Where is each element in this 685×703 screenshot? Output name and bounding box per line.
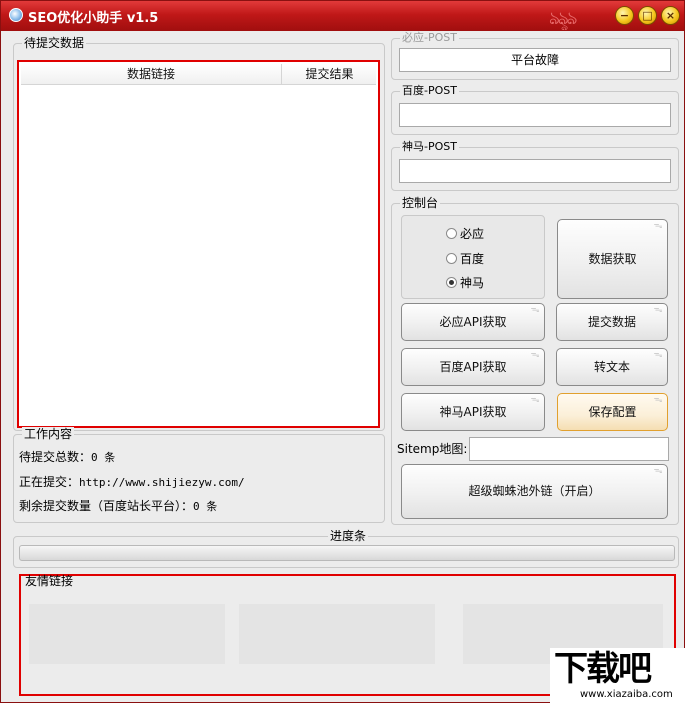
console-title: 控制台 — [400, 196, 441, 210]
radio-button-icon[interactable] — [446, 228, 457, 239]
shenma-post-field[interactable] — [399, 159, 671, 183]
submitting-line: 正在提交：http://www.shijiezyw.com/ — [19, 474, 245, 491]
radio-bing[interactable]: 必应 — [446, 226, 484, 242]
progress-bar — [19, 545, 675, 561]
shenma-api-label: 神马API获取 — [439, 405, 507, 419]
submitting-url: http://www.shijiezyw.com/ — [79, 476, 245, 489]
column-header-link[interactable]: 数据链接 — [21, 64, 282, 85]
baidu-api-button[interactable]: 百度API获取 ᯓ — [401, 348, 545, 386]
bing-post-field[interactable]: 平台故障 — [399, 48, 671, 72]
maximize-button[interactable]: □ — [638, 6, 657, 25]
spider-pool-label: 超级蜘蛛池外链（开启） — [468, 484, 601, 498]
window-title: SEO优化小助手 v1.5 — [28, 11, 159, 26]
corner-swirl-icon: ᯓ — [530, 395, 540, 405]
bing-api-button[interactable]: 必应API获取 ᯓ — [401, 303, 545, 341]
column-header-result[interactable]: 提交结果 — [283, 64, 376, 85]
spider-pool-button[interactable]: 超级蜘蛛池外链（开启） ᯓ — [401, 464, 668, 519]
radio-shenma[interactable]: 神马 — [446, 275, 484, 291]
radio-baidu-label: 百度 — [460, 252, 485, 266]
shenma-api-button[interactable]: 神马API获取 ᯓ — [401, 393, 545, 431]
radio-button-icon[interactable] — [446, 253, 457, 264]
engine-radio-panel: 必应 百度 神马 — [401, 215, 545, 299]
work-content-title: 工作内容 — [22, 427, 75, 441]
submit-data-label: 提交数据 — [587, 315, 636, 329]
close-button[interactable]: × — [661, 6, 680, 25]
friend-link-slot[interactable] — [239, 604, 435, 664]
corner-swirl-icon: ᯓ — [653, 221, 663, 231]
submitting-label: 正在提交： — [19, 475, 80, 489]
sitemap-label: Sitemp地图: — [397, 442, 468, 456]
app-icon — [9, 8, 23, 22]
watermark-logo-text: 下载吧 — [554, 649, 652, 689]
to-text-button[interactable]: 转文本 ᯓ — [556, 348, 668, 386]
save-config-button[interactable]: 保存配置 ᯓ — [557, 393, 668, 431]
baidu-api-label: 百度API获取 — [439, 360, 507, 374]
corner-swirl-icon: ᯓ — [653, 350, 663, 360]
corner-swirl-icon: ᯓ — [530, 350, 540, 360]
pending-total-line: 待提交总数：0 条 — [19, 449, 115, 466]
radio-bing-label: 必应 — [460, 227, 485, 241]
sitemap-input[interactable] — [469, 437, 669, 461]
remaining-line: 剩余提交数量（百度站长平台）：0 条 — [19, 498, 217, 515]
remaining-label: 剩余提交数量（百度站长平台）： — [19, 499, 194, 513]
fetch-data-button[interactable]: 数据获取 ᯓ — [557, 219, 668, 299]
pending-total-label: 待提交总数： — [19, 450, 92, 464]
corner-swirl-icon: ᯓ — [530, 305, 540, 315]
to-text-label: 转文本 — [593, 360, 630, 374]
app-window: SEO优化小助手 v1.5 ঌৡঌ − □ × 待提交数据 数据链接 提交结果 … — [0, 0, 685, 703]
radio-shenma-label: 神马 — [460, 276, 485, 290]
submit-data-button[interactable]: 提交数据 ᯓ — [556, 303, 668, 341]
baidu-post-field[interactable] — [399, 103, 671, 127]
pending-data-title: 待提交数据 — [22, 36, 87, 50]
list-header: 数据链接 提交结果 — [21, 64, 376, 85]
corner-swirl-icon: ᯓ — [653, 395, 663, 405]
fetch-data-label: 数据获取 — [588, 252, 637, 266]
radio-baidu[interactable]: 百度 — [446, 251, 484, 267]
title-bar[interactable]: SEO优化小助手 v1.5 ঌৡঌ − □ × — [1, 1, 684, 31]
corner-swirl-icon: ᯓ — [653, 466, 663, 476]
minimize-button[interactable]: − — [615, 6, 634, 25]
radio-button-checked-icon[interactable] — [446, 277, 457, 288]
shenma-post-title: 神马-POST — [400, 140, 459, 154]
progress-title: 进度条 — [328, 529, 369, 543]
corner-swirl-icon: ᯓ — [653, 305, 663, 315]
xiazaiba-watermark: 下载吧 www.xiazaiba.com — [550, 648, 685, 703]
bing-api-label: 必应API获取 — [439, 315, 507, 329]
friend-links-title: 友情链接 — [25, 574, 74, 588]
bing-post-title: 必应-POST — [400, 31, 459, 45]
friend-link-slot[interactable] — [29, 604, 225, 664]
save-config-label: 保存配置 — [588, 405, 637, 419]
pending-total-value: 0 条 — [91, 451, 116, 464]
baidu-post-title: 百度-POST — [400, 84, 459, 98]
remaining-value: 0 条 — [193, 500, 218, 513]
swirl-decoration-icon: ঌৡঌ — [549, 8, 577, 29]
pending-data-list[interactable]: 数据链接 提交结果 — [17, 60, 380, 428]
watermark-url: www.xiazaiba.com — [580, 689, 673, 700]
